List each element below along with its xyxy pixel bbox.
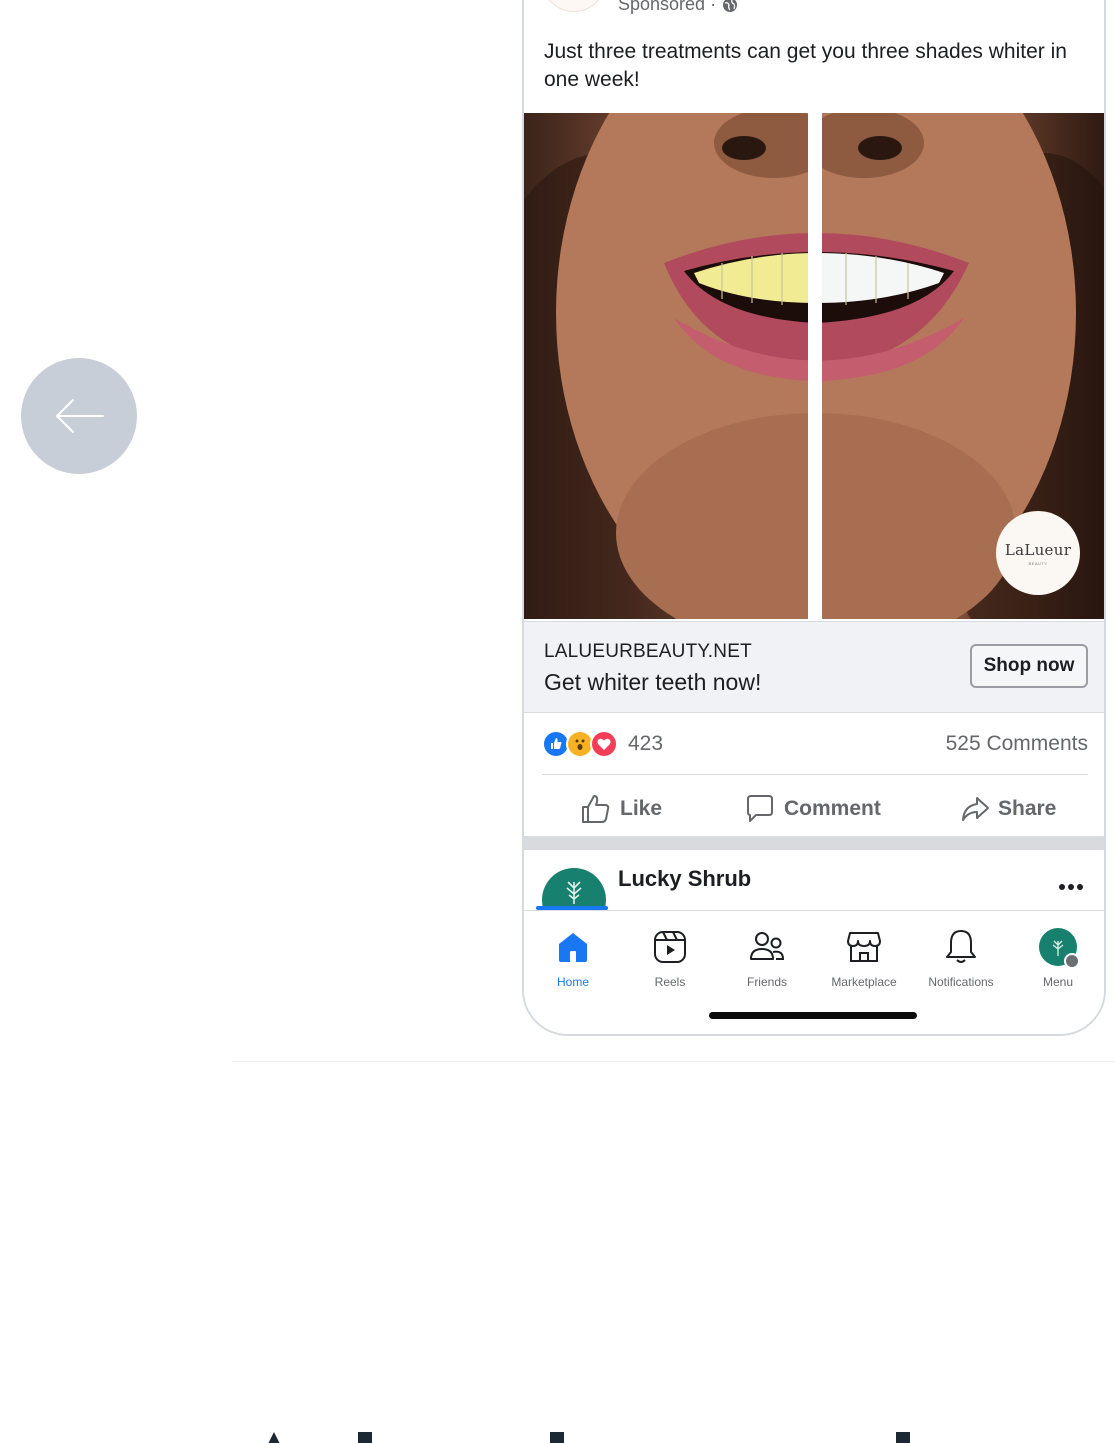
- home-icon: [559, 933, 587, 962]
- tab-friends-label: Friends: [746, 975, 787, 989]
- thumbs-up-icon: [582, 795, 610, 823]
- section-divider: [232, 1061, 1115, 1062]
- cta-headline: Get whiter teeth now!: [544, 669, 762, 695]
- brand-logo-badge: LaLueur BEAUTY: [996, 511, 1080, 595]
- comments-count-link[interactable]: 525 Comments: [946, 732, 1088, 756]
- bell-icon: [946, 930, 976, 963]
- advertiser-avatar[interactable]: [542, 0, 606, 12]
- sponsored-meta: Sponsored ·: [618, 0, 738, 15]
- more-horizontal-icon: [1059, 884, 1083, 890]
- shop-now-button[interactable]: Shop now: [970, 644, 1088, 688]
- like-button[interactable]: Like: [580, 784, 662, 834]
- marketplace-icon: [847, 932, 881, 962]
- home-indicator: [709, 1012, 917, 1019]
- post-actions: Like Comment Share: [524, 784, 1104, 834]
- comment-icon: [747, 795, 773, 822]
- reactions-summary[interactable]: 423 525 Comments: [542, 726, 1088, 762]
- menu-badge-icon: [1064, 953, 1080, 969]
- tab-marketplace[interactable]: Marketplace: [816, 927, 912, 989]
- more-options-button[interactable]: [1058, 878, 1084, 896]
- tab-notifications[interactable]: Notifications: [913, 927, 1009, 989]
- tab-menu-label: Menu: [1042, 975, 1074, 989]
- sponsored-label: Sponsored ·: [618, 0, 717, 14]
- post-header: Sponsored ·: [524, 0, 1104, 20]
- friends-icon: [750, 932, 785, 960]
- actions-divider: [542, 774, 1088, 775]
- cta-domain: LALUEURBEAUTY.NET: [544, 641, 752, 662]
- cta-bar[interactable]: LALUEURBEAUTY.NET Get whiter teeth now! …: [524, 621, 1104, 713]
- like-label: Like: [620, 797, 663, 820]
- next-post-header: Lucky Shrub: [524, 850, 1104, 910]
- share-label: Share: [998, 797, 1057, 820]
- love-reaction-icon: [590, 730, 618, 758]
- tab-home[interactable]: Home: [525, 927, 621, 989]
- tab-menu[interactable]: Menu: [1010, 927, 1104, 989]
- brand-logo-text: LaLueur: [1004, 540, 1072, 559]
- cropped-heading-glyphs: [268, 1432, 910, 1443]
- menu-profile-avatar: [1039, 928, 1080, 969]
- plant-logo-icon: [566, 881, 582, 904]
- next-post-page-name[interactable]: Lucky Shrub: [618, 866, 751, 892]
- back-button[interactable]: [21, 358, 137, 474]
- share-button[interactable]: Share: [960, 784, 1056, 834]
- ad-image[interactable]: LaLueur BEAUTY: [524, 113, 1104, 619]
- lucky-shrub-avatar[interactable]: [542, 868, 606, 910]
- share-icon: [962, 797, 989, 821]
- tab-friends[interactable]: Friends: [719, 927, 815, 989]
- reaction-icons: [542, 730, 618, 758]
- reaction-count: 423: [628, 732, 664, 755]
- reels-icon: [654, 931, 686, 963]
- phone-mockup: Sponsored · Just three treatments can ge…: [522, 0, 1106, 1036]
- comment-label: Comment: [784, 797, 881, 820]
- tab-notifications-label: Notifications: [928, 975, 994, 989]
- brand-logo-subtext: BEAUTY: [1028, 560, 1048, 566]
- post-body-text: Just three treatments can get you three …: [544, 40, 1067, 91]
- tab-home-label: Home: [556, 975, 589, 989]
- comment-button[interactable]: Comment: [744, 784, 881, 834]
- plant-logo-icon: [1052, 940, 1064, 956]
- tab-reels[interactable]: Reels: [622, 927, 718, 989]
- arrow-left-icon: [56, 399, 104, 433]
- tab-marketplace-label: Marketplace: [831, 975, 897, 989]
- globe-icon: [723, 0, 738, 12]
- feed-separator: [524, 836, 1104, 850]
- tab-reels-label: Reels: [654, 975, 686, 989]
